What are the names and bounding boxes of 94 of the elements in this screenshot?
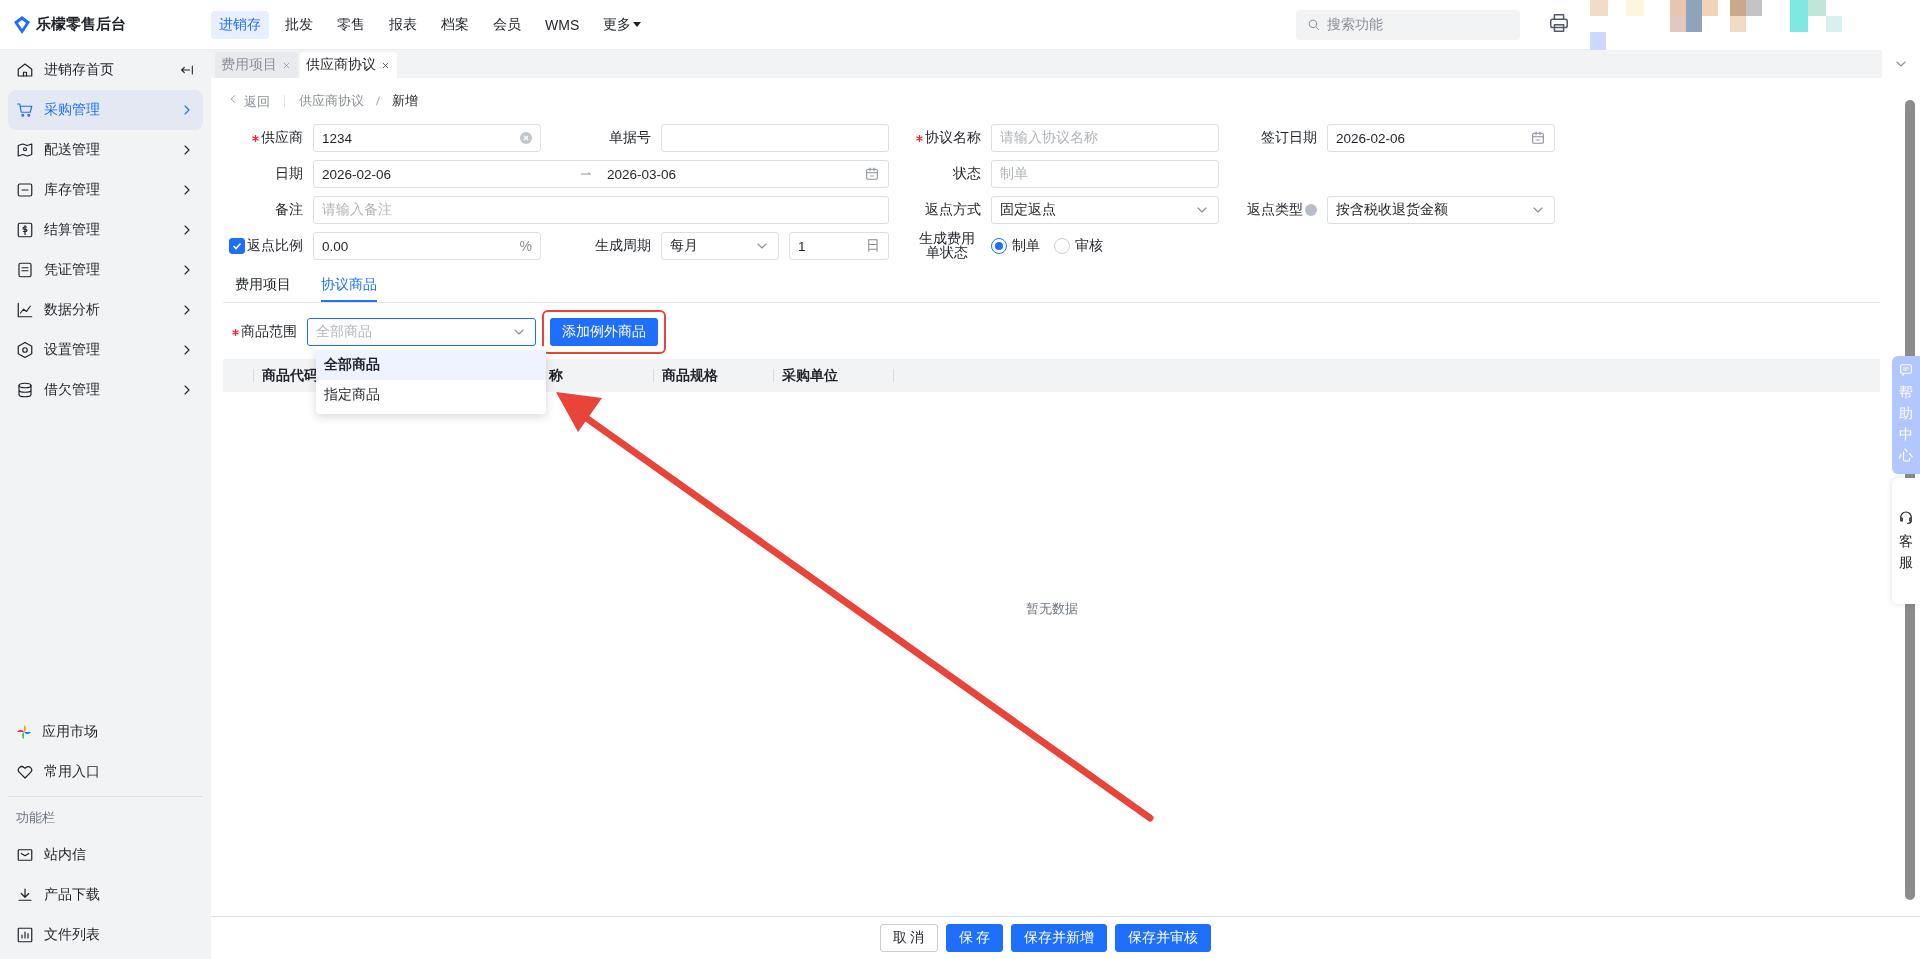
- field-label: 协议名称: [899, 129, 981, 147]
- field-label: 单据号: [608, 129, 651, 147]
- back-link[interactable]: 返回: [226, 91, 270, 111]
- search-icon: [1306, 17, 1321, 32]
- sidebar-item[interactable]: 文件列表: [8, 915, 203, 955]
- map-icon: [16, 141, 34, 159]
- document-icon: [16, 261, 34, 279]
- sidebar-item[interactable]: 进销存首页: [8, 50, 203, 90]
- select-field[interactable]: 固定返点: [991, 196, 1219, 224]
- select-field[interactable]: 每月: [661, 232, 779, 260]
- calendar-icon: [1530, 130, 1546, 146]
- sidebar-item[interactable]: 库存管理: [8, 170, 203, 210]
- mail-icon: [16, 846, 34, 864]
- app-title: 乐檬零售后台: [36, 15, 126, 34]
- sidebar-item[interactable]: 结算管理: [8, 210, 203, 250]
- sub-tab[interactable]: 费用项目: [235, 270, 291, 302]
- field-label: 生成周期: [594, 237, 651, 255]
- number-field[interactable]: 1 日: [789, 232, 889, 260]
- required-icon: [916, 134, 923, 142]
- database-icon: [16, 381, 34, 399]
- breadcrumb-item: 新增: [391, 92, 418, 110]
- nav-link[interactable]: 零售: [329, 10, 373, 39]
- nav-link[interactable]: 批发: [277, 10, 321, 39]
- required-icon: [252, 134, 259, 142]
- message-icon: [1898, 362, 1914, 378]
- logo-icon: [14, 15, 30, 34]
- pinwheel-icon: [16, 724, 32, 740]
- radio-option[interactable]: 制单: [991, 237, 1040, 255]
- text-field[interactable]: 1234: [313, 124, 541, 152]
- field-label: 备注: [274, 201, 303, 219]
- help-icon: [1305, 204, 1317, 216]
- printer-icon: [1548, 12, 1570, 34]
- add-exception-button[interactable]: 添加例外商品: [550, 318, 658, 346]
- box-icon: [16, 181, 34, 199]
- nav-link[interactable]: 进销存: [211, 10, 269, 39]
- column-header: 采购单位: [773, 369, 893, 382]
- radio-option[interactable]: 审核: [1054, 237, 1103, 255]
- footer-button[interactable]: 保 存: [945, 924, 1004, 952]
- column-header: 商品规格: [653, 369, 773, 382]
- field-label: 返点类型: [1229, 201, 1317, 219]
- footer-button[interactable]: 取 消: [879, 924, 938, 952]
- sidebar-item[interactable]: 借欠管理: [8, 370, 203, 410]
- section-title: 功能栏: [15, 809, 56, 827]
- sidebar-item[interactable]: 常用入口: [8, 752, 203, 792]
- nav-link[interactable]: 档案: [433, 10, 477, 39]
- nav-link[interactable]: 报表: [381, 10, 425, 39]
- nav-link[interactable]: 会员: [485, 10, 529, 39]
- sidebar-item[interactable]: 站内信: [8, 835, 203, 875]
- caret-icon: [633, 21, 642, 28]
- clear-icon[interactable]: [520, 132, 532, 144]
- footer-button[interactable]: 保存并新增: [1011, 924, 1108, 952]
- sidebar-item[interactable]: 采购管理: [8, 90, 203, 130]
- field-label: 商品范围: [223, 323, 297, 341]
- empty-text: 暂无数据: [1025, 600, 1078, 618]
- calendar-icon: [864, 166, 880, 182]
- settings-icon: [16, 341, 34, 359]
- field-label: 签订日期: [1260, 129, 1317, 147]
- field-label: 日期: [274, 165, 303, 183]
- check-icon: [232, 241, 242, 251]
- nav-link[interactable]: WMS: [537, 10, 588, 39]
- chart-icon: [16, 301, 34, 319]
- required-icon: [232, 328, 239, 336]
- sidebar-item[interactable]: 配送管理: [8, 130, 203, 170]
- sidebar-item[interactable]: 凭证管理: [8, 250, 203, 290]
- checkbox[interactable]: [229, 238, 245, 254]
- field-label: 生成费用单状态: [918, 231, 976, 261]
- home-icon: [16, 61, 34, 79]
- sidebar-item[interactable]: 设置管理: [8, 330, 203, 370]
- percent-field[interactable]: 0.00 %: [313, 232, 541, 260]
- sidebar-item[interactable]: 数据分析: [8, 290, 203, 330]
- text-field[interactable]: [661, 124, 889, 152]
- dropdown-option[interactable]: 指定商品: [316, 380, 546, 410]
- field-label: 供应商: [223, 129, 303, 147]
- field-label: 返点方式: [924, 201, 981, 219]
- sub-tab[interactable]: 协议商品: [321, 270, 377, 302]
- bar-chart-icon: [16, 926, 34, 944]
- cart-icon: [16, 101, 34, 119]
- select-field[interactable]: 按含税收退货金额: [1327, 196, 1555, 224]
- headset-icon: [1897, 509, 1915, 527]
- dropdown-option[interactable]: 全部商品: [316, 350, 546, 380]
- nav-link[interactable]: 更多: [595, 10, 650, 39]
- customer-service-tab[interactable]: 客服: [1892, 478, 1920, 604]
- sidebar-item[interactable]: 应用市场: [8, 712, 203, 752]
- sidebar-item[interactable]: 产品下载: [8, 875, 203, 915]
- download-icon: [16, 886, 34, 904]
- dollar-icon: [16, 221, 34, 239]
- page-tab[interactable]: 供应商协议: [300, 52, 397, 78]
- date-range-field[interactable]: 2026-02-06 2026-03-06: [313, 160, 889, 188]
- date-field[interactable]: 2026-02-06: [1327, 124, 1555, 152]
- heart-icon: [16, 763, 34, 781]
- field-label: 状态: [952, 165, 981, 183]
- field-label: 返点比例: [223, 237, 303, 255]
- collapse-icon: [179, 62, 195, 78]
- footer-button[interactable]: 保存并审核: [1115, 924, 1212, 952]
